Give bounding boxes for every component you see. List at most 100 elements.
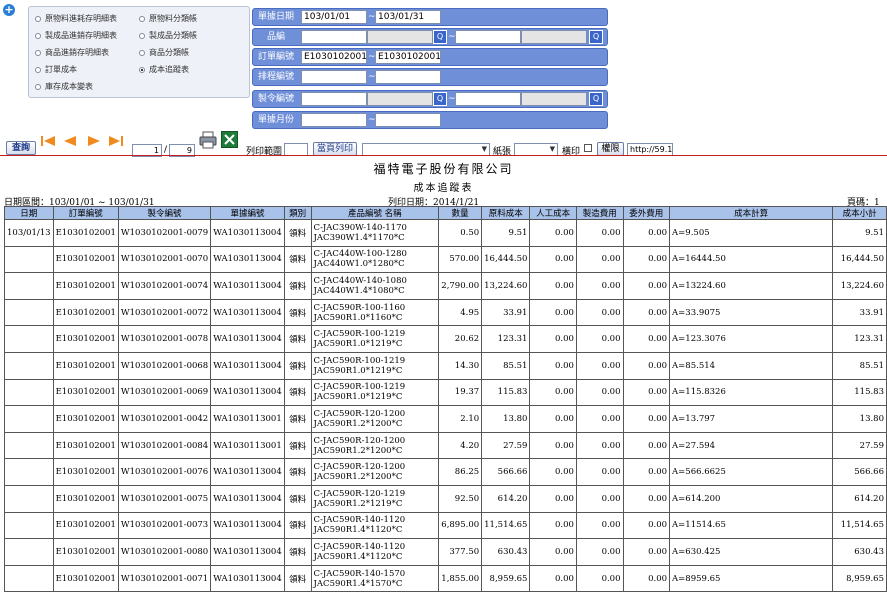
cell-material: 566.66 [481, 458, 531, 486]
next-page-icon[interactable] [86, 135, 102, 147]
col-header: 製令編號 [117, 206, 212, 220]
radio-option[interactable]: 製成品進銷存明細表 [35, 30, 117, 41]
cell-order: E1030102001 [52, 272, 119, 300]
cell-doc: WA1030113004 [210, 484, 285, 513]
search-icon[interactable]: Q [589, 30, 603, 44]
cell-qty: 4.20 [438, 431, 483, 460]
table-row: E1030102001 W1030102001-0073 WA1030113004 領… [4, 511, 887, 540]
radio-icon [35, 83, 41, 90]
cell-product: C-JAC390W-140-1170 JAC390W1.4*1170*C [310, 219, 440, 247]
order-from-input[interactable]: E1030102001 [301, 50, 367, 64]
process-from-input[interactable] [301, 70, 367, 84]
col-header: 單據編號 [210, 206, 285, 220]
mo-code-to[interactable] [455, 92, 521, 106]
radio-option[interactable]: 商品進銷存明細表 [35, 47, 109, 58]
permission-button[interactable]: 權限 [597, 142, 624, 156]
add-icon[interactable]: + [3, 4, 15, 16]
cell-material: 9.51 [481, 219, 531, 247]
first-page-icon[interactable] [40, 135, 56, 147]
query-button[interactable]: 查詢 [6, 141, 36, 155]
search-icon[interactable]: Q [589, 92, 603, 106]
product-code-to[interactable] [455, 30, 521, 44]
cell-type: 領料 [283, 245, 312, 274]
radio-icon [139, 15, 145, 22]
radio-option[interactable]: 庫存成本變表 [35, 81, 93, 92]
product-code-from[interactable] [301, 30, 367, 44]
order-to-input[interactable]: E1030102001 [375, 50, 441, 64]
last-page-icon[interactable] [108, 135, 124, 147]
table-row: E1030102001 W1030102001-0071 WA1030113004 領… [4, 564, 887, 593]
landscape-checkbox[interactable] [584, 144, 592, 152]
cell-doc: WA1030113004 [210, 538, 285, 566]
cell-outsource: 0.00 [622, 245, 671, 274]
process-to-input[interactable] [375, 70, 441, 84]
cell-subtotal: 85.51 [832, 351, 887, 380]
product-spec: JAC590R1.2*1200*C [313, 418, 403, 429]
cell-type: 領料 [283, 484, 312, 513]
cell-subtotal: 13,224.60 [832, 272, 887, 300]
product-spec: JAC590R1.2*1219*C [313, 498, 403, 509]
radio-option[interactable]: 商品分類帳 [139, 47, 189, 58]
table-row: E1030102001 W1030102001-0084 WA1030113001 領… [4, 431, 887, 460]
date-from-input[interactable]: 103/01/01 [301, 10, 367, 24]
radio-option[interactable]: 原物料分類帳 [139, 13, 197, 24]
cell-calc: A=85.514 [669, 351, 834, 380]
date-label: 單據日期 [257, 12, 294, 22]
cell-type: 領料 [283, 511, 312, 540]
mo-row: 製令編號 Q ~ Q [252, 90, 608, 108]
cell-qty: 92.50 [438, 484, 483, 513]
cell-qty: 19.37 [438, 378, 483, 407]
prev-page-icon[interactable] [62, 135, 78, 147]
cell-mo: W1030102001-0078 [117, 325, 212, 353]
printer-icon[interactable] [199, 131, 217, 149]
cell-mo: W1030102001-0084 [117, 431, 212, 460]
mo-code-from[interactable] [301, 92, 367, 106]
product-code: C-JAC590R-100-1160 [313, 302, 406, 313]
cell-mfg: 0.00 [575, 219, 624, 247]
cell-qty: 20.62 [438, 325, 483, 353]
date-to-input[interactable]: 103/01/31 [375, 10, 441, 24]
cell-product: C-JAC590R-140-1570 JAC590R1.4*1570*C [310, 564, 440, 593]
search-icon[interactable]: Q [433, 30, 447, 44]
cell-outsource: 0.00 [622, 458, 671, 486]
cell-doc: WA1030113001 [210, 431, 285, 460]
cell-date [4, 298, 54, 327]
excel-icon[interactable] [221, 131, 238, 148]
cell-calc: A=27.594 [669, 431, 834, 460]
cell-date [4, 325, 54, 353]
cell-type: 領料 [283, 431, 312, 460]
cell-doc: WA1030113004 [210, 245, 285, 274]
cell-date [4, 458, 54, 486]
print-page-button[interactable]: 當頁列印 [313, 142, 357, 156]
cell-subtotal: 566.66 [832, 458, 887, 486]
product-label: 品編 [266, 32, 285, 42]
cell-product: C-JAC590R-120-1219 JAC590R1.2*1219*C [310, 484, 440, 513]
radio-option[interactable]: 訂單成本 [35, 64, 77, 75]
cell-product: C-JAC440W-100-1280 JAC440W1.0*1280*C [310, 245, 440, 274]
cell-product: C-JAC590R-120-1200 JAC590R1.2*1200*C [310, 405, 440, 433]
radio-icon [139, 32, 145, 39]
product-spec: JAC590R1.0*1219*C [313, 365, 403, 376]
product-code: C-JAC390W-140-1170 [313, 222, 407, 233]
product-code: C-JAC590R-100-1219 [313, 329, 406, 340]
product-code: C-JAC590R-120-1200 [313, 435, 406, 446]
cell-labor: 0.00 [529, 484, 577, 513]
table-row: E1030102001 W1030102001-0080 WA1030113004 領… [4, 538, 887, 566]
radio-option[interactable]: 製成品分類帳 [139, 30, 197, 41]
cell-material: 27.59 [481, 431, 531, 460]
product-spec: JAC590R1.0*1219*C [313, 339, 403, 350]
cost-tracking-table: 日期 訂單編號 製令編號 單據編號 類別 產品編號 名稱 數量 原料成本 人工成… [4, 206, 887, 593]
process-label: 排程編號 [257, 72, 294, 82]
month-to-input[interactable] [375, 113, 441, 127]
search-icon[interactable]: Q [433, 92, 447, 106]
radio-icon [35, 66, 41, 73]
cell-material: 16,444.50 [481, 245, 531, 274]
month-from-input[interactable] [301, 113, 367, 127]
cell-mo: W1030102001-0071 [117, 564, 212, 593]
table-row: E1030102001 W1030102001-0074 WA1030113004 領… [4, 272, 887, 300]
company-name: 福特電子股份有限公司 [373, 162, 514, 176]
cell-product: C-JAC590R-120-1200 JAC590R1.2*1200*C [310, 458, 440, 486]
radio-option-selected[interactable]: 成本追蹤表 [139, 64, 189, 75]
radio-option[interactable]: 原物料進耗存明細表 [35, 13, 117, 24]
cell-subtotal: 630.43 [832, 538, 887, 566]
